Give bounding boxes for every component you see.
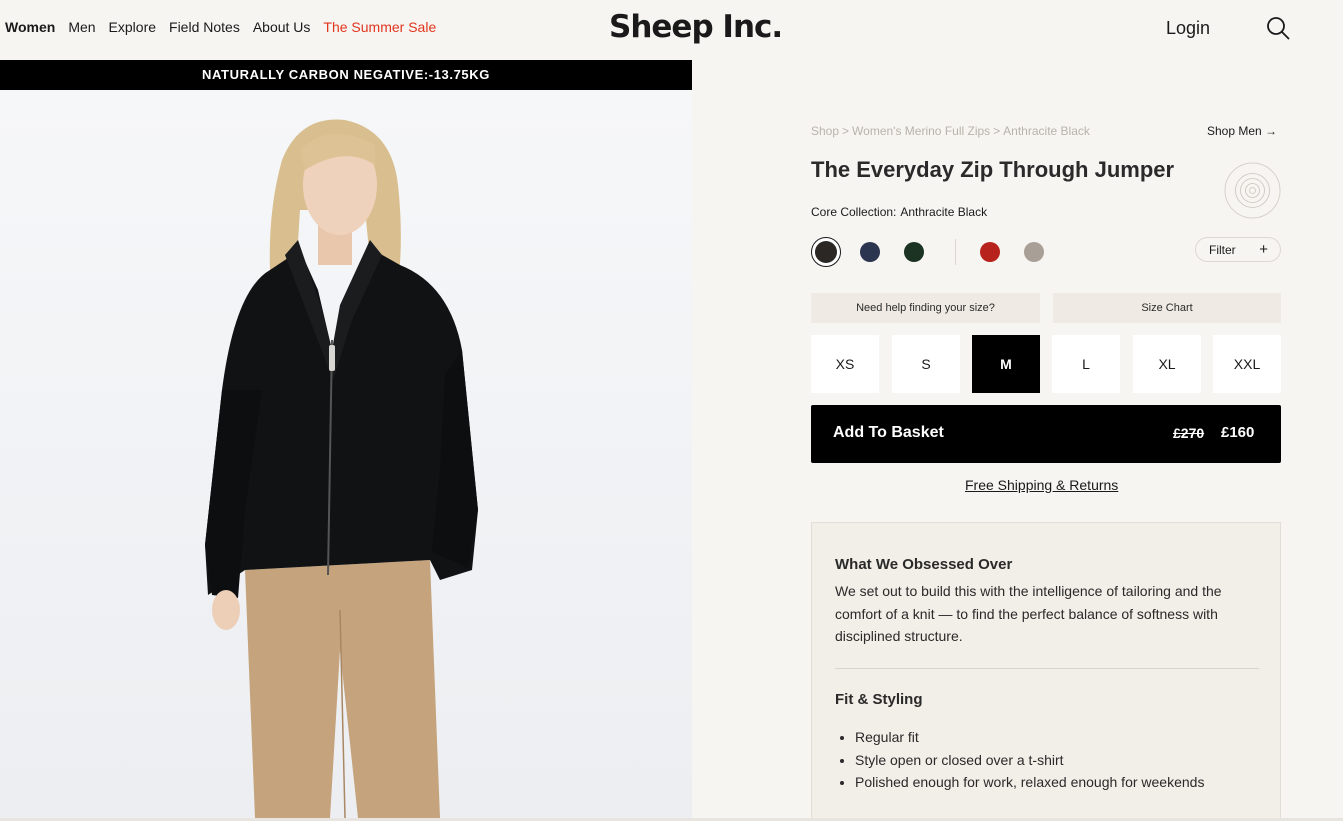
details-description: We set out to build this with the intell… — [835, 583, 1222, 644]
plus-icon: + — [1259, 241, 1268, 258]
main-nav: Women Men Explore Field Notes About Us T… — [5, 19, 436, 35]
product-image[interactable] — [0, 90, 692, 818]
nav-about-us[interactable]: About Us — [253, 19, 311, 35]
product-details-panel: What We Obsessed Over We set out to buil… — [811, 522, 1281, 821]
site-logo[interactable]: Sheep Inc. — [609, 9, 783, 45]
collection-value: Anthracite Black — [900, 205, 988, 219]
swatch-divider — [955, 239, 956, 265]
site-header: Women Men Explore Field Notes About Us T… — [0, 0, 1343, 56]
nav-explore[interactable]: Explore — [109, 19, 156, 35]
swatch-navy[interactable] — [860, 242, 880, 262]
size-xxl[interactable]: XXL — [1213, 335, 1281, 393]
shipping-returns-link[interactable]: Free Shipping & Returns — [965, 477, 1118, 493]
search-icon[interactable] — [1266, 16, 1290, 40]
breadcrumb-current: Anthracite Black — [1003, 124, 1090, 138]
size-m[interactable]: M — [972, 335, 1040, 393]
original-price: £270 — [1173, 425, 1205, 441]
size-chart-button[interactable]: Size Chart — [1053, 293, 1281, 323]
nav-summer-sale[interactable]: The Summer Sale — [323, 19, 436, 35]
size-xl[interactable]: XL — [1133, 335, 1201, 393]
fit-styling-list: Regular fit Style open or closed over a … — [855, 726, 1204, 794]
swatch-fill — [815, 241, 837, 263]
swatch-anthracite-black[interactable] — [811, 237, 841, 267]
color-swatches — [811, 237, 1051, 267]
nav-field-notes[interactable]: Field Notes — [169, 19, 240, 35]
swatch-red[interactable] — [980, 242, 1000, 262]
breadcrumb-separator: > — [842, 124, 850, 138]
nav-women[interactable]: Women — [5, 19, 55, 35]
size-xs[interactable]: XS — [811, 335, 879, 393]
breadcrumb-separator: > — [993, 124, 1001, 138]
product-page: Women Men Explore Field Notes About Us T… — [0, 0, 1343, 821]
list-item: Style open or closed over a t-shirt — [855, 749, 1204, 772]
list-item: Regular fit — [855, 726, 1204, 749]
filter-label: Filter — [1209, 242, 1236, 257]
login-link[interactable]: Login — [1166, 18, 1210, 39]
size-s[interactable]: S — [892, 335, 960, 393]
details-heading-fit: Fit & Styling — [835, 691, 923, 708]
details-divider — [835, 668, 1259, 669]
swatch-stone[interactable] — [1024, 242, 1044, 262]
collection-label: Core Collection: — [811, 205, 897, 219]
list-item: Polished enough for work, relaxed enough… — [855, 771, 1204, 794]
breadcrumb: Shop > Women's Merino Full Zips > Anthra… — [811, 124, 1090, 138]
swatch-forest-green[interactable] — [904, 242, 924, 262]
filter-button[interactable]: Filter + — [1195, 237, 1281, 262]
size-l[interactable]: L — [1052, 335, 1120, 393]
basket-label: Add To Basket — [833, 424, 944, 441]
breadcrumb-category[interactable]: Women's Merino Full Zips — [852, 124, 990, 138]
add-to-basket-button[interactable]: Add To Basket £270 £160 — [811, 405, 1281, 463]
collection-line: Core Collection: Anthracite Black — [811, 205, 987, 219]
model-illustration — [0, 90, 692, 818]
shop-men-link[interactable]: Shop Men → — [1207, 124, 1277, 138]
carbon-banner: NATURALLY CARBON NEGATIVE:-13.75KG — [0, 60, 692, 90]
product-title: The Everyday Zip Through Jumper — [811, 157, 1175, 182]
sale-price: £160 — [1221, 424, 1255, 441]
size-help-button[interactable]: Need help finding your size? — [811, 293, 1040, 323]
breadcrumb-shop[interactable]: Shop — [811, 124, 839, 138]
nav-men[interactable]: Men — [68, 19, 95, 35]
details-heading-obsessed: What We Obsessed Over — [835, 556, 1013, 573]
sheep-tag-icon[interactable] — [1224, 162, 1281, 219]
